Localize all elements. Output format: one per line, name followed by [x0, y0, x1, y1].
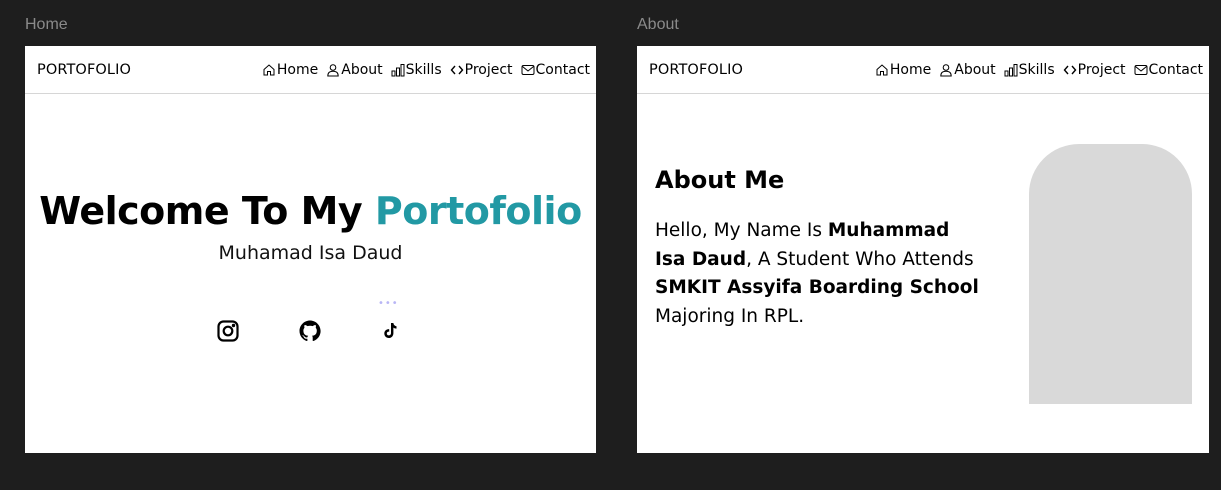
- nav-item-skills[interactable]: Skills: [391, 62, 442, 78]
- user-icon: [326, 63, 340, 77]
- nav-item-project[interactable]: Project: [1063, 62, 1126, 78]
- nav-item-home[interactable]: Home: [875, 62, 931, 78]
- nav-item-skills[interactable]: Skills: [1004, 62, 1055, 78]
- frame-label-about: About: [637, 16, 679, 33]
- about-heading: About Me: [655, 166, 785, 194]
- social-links: [25, 319, 596, 343]
- nav-item-label: Skills: [1018, 61, 1055, 78]
- bio-text: , A Student Who Attends: [746, 248, 974, 270]
- code-icon: [1063, 63, 1077, 77]
- nav-item-label: Contact: [1148, 61, 1203, 78]
- selection-dots: •••: [378, 298, 399, 309]
- mail-icon: [521, 63, 535, 77]
- hero-subtitle: Muhamad Isa Daud: [218, 242, 403, 264]
- brand-logo[interactable]: PORTOFOLIO: [37, 62, 131, 78]
- instagram-icon[interactable]: [216, 319, 240, 343]
- nav-item-label: About: [341, 61, 383, 78]
- navbar: PORTOFOLIO Home About Skills Project Con…: [25, 46, 596, 94]
- frame-label-home: Home: [25, 16, 68, 33]
- nav-item-label: Home: [276, 61, 319, 78]
- home-icon: [875, 63, 889, 77]
- bio-school: SMKIT Assyifa Boarding School: [655, 277, 979, 298]
- about-bio: Hello, My Name Is Muhammad Isa Daud, A S…: [655, 217, 985, 331]
- github-icon[interactable]: [298, 319, 322, 343]
- nav-item-contact[interactable]: Contact: [1134, 62, 1203, 78]
- nav-item-home[interactable]: Home: [262, 62, 318, 78]
- bio-text: Hello, My Name Is: [655, 220, 828, 241]
- nav-item-project[interactable]: Project: [450, 62, 513, 78]
- hero-title-prefix: Welcome To My: [39, 189, 375, 233]
- nav-item-label: Contact: [535, 61, 590, 78]
- nav-menu: Home About Skills Project Contact: [262, 62, 590, 78]
- brand-logo[interactable]: PORTOFOLIO: [649, 62, 743, 78]
- bar-chart-icon: [391, 63, 405, 77]
- bio-text: Majoring In RPL.: [655, 305, 805, 327]
- about-frame: PORTOFOLIO Home About Skills Project Con…: [637, 46, 1209, 453]
- nav-item-label: Home: [889, 61, 932, 78]
- nav-item-label: About: [954, 61, 996, 78]
- nav-item-label: Project: [464, 61, 513, 78]
- nav-item-label: Project: [1077, 61, 1126, 78]
- home-icon: [262, 63, 276, 77]
- code-icon: [450, 63, 464, 77]
- tiktok-icon[interactable]: [378, 319, 402, 343]
- home-frame: PORTOFOLIO Home About Skills Project Con…: [25, 46, 596, 453]
- mail-icon: [1134, 63, 1148, 77]
- hero-title: Welcome To My Portofolio: [25, 189, 596, 233]
- nav-item-label: Skills: [405, 61, 442, 78]
- nav-item-about[interactable]: About: [326, 61, 383, 78]
- profile-photo-placeholder: [1029, 144, 1192, 404]
- bar-chart-icon: [1004, 63, 1018, 77]
- hero-title-accent: Portofolio: [374, 189, 582, 233]
- nav-menu: Home About Skills Project Contact: [875, 62, 1203, 78]
- navbar: PORTOFOLIO Home About Skills Project Con…: [637, 46, 1209, 94]
- nav-item-contact[interactable]: Contact: [521, 62, 590, 78]
- user-icon: [939, 63, 953, 77]
- nav-item-about[interactable]: About: [939, 61, 996, 78]
